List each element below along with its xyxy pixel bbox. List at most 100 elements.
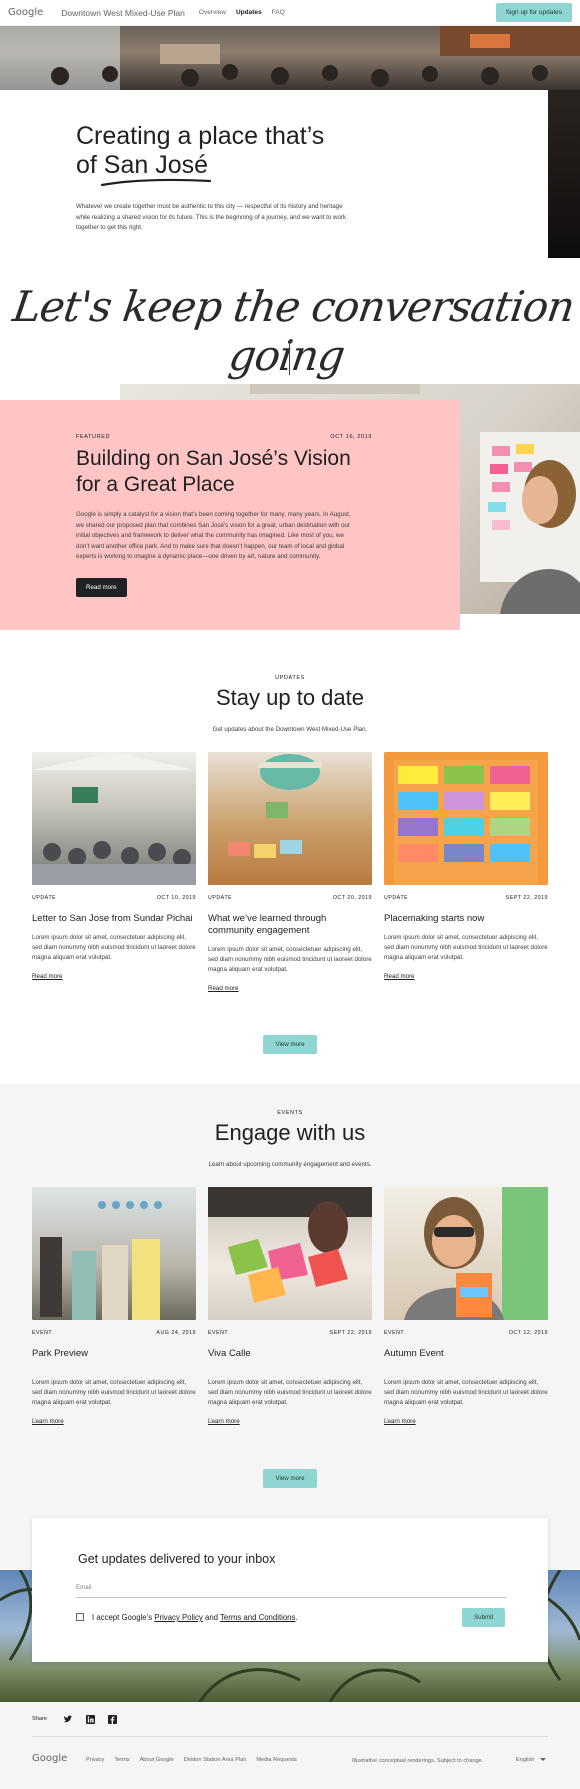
main-nav: Overview Updates FAQ [199, 9, 285, 16]
footer-link-media[interactable]: Media Requests [256, 1757, 296, 1763]
newsletter-title: Get updates delivered to your inbox [78, 1552, 276, 1566]
update-card-image[interactable] [208, 752, 372, 885]
event-date: AUG 24, 2019 [156, 1330, 196, 1336]
event-body: Lorem ipsum dolor sit amet, consectetuer… [384, 1379, 548, 1406]
update-card[interactable]: UPDATE OCT 20, 2019 What we’ve learned th… [208, 752, 372, 995]
event-card[interactable]: EVENT SEPT 22, 2019 Viva Calle Lorem ipsu… [208, 1187, 372, 1428]
featured-card: FEATURED OCT 16, 2019 Building on San Jo… [0, 400, 460, 630]
table-workshop-illustration [228, 754, 322, 858]
update-date: OCT 10, 2019 [156, 895, 196, 901]
consent-text: I accept Google’s Privacy Policy and Ter… [92, 1613, 298, 1622]
viva-calle-illustration [208, 1187, 372, 1303]
events-title: Engage with us [214, 1120, 366, 1145]
event-card-image[interactable] [32, 1187, 196, 1320]
update-date: SEPT 22, 2019 [505, 895, 548, 901]
script-heading: Let's keep the conversation going [9, 282, 578, 380]
event-title[interactable]: Viva Calle [208, 1348, 372, 1360]
event-title[interactable]: Autumn Event [384, 1348, 548, 1360]
update-tag: UPDATE [384, 895, 409, 901]
nav-faq[interactable]: FAQ [272, 9, 285, 16]
events-subtitle: Learn about upcoming community engagemen… [208, 1161, 372, 1168]
learn-more-link[interactable]: Learn more [384, 1418, 416, 1425]
event-card[interactable]: EVENT OCT 12, 2019 Autumn Event Lorem ips… [384, 1187, 548, 1428]
linkedin-icon[interactable] [86, 1715, 95, 1724]
hero-side-photo [548, 90, 580, 258]
learn-more-link[interactable]: Learn more [208, 1418, 240, 1425]
tent-audience-illustration [32, 752, 196, 885]
updates-view-more-button[interactable]: View more [263, 1035, 317, 1054]
footer-link-about[interactable]: About Google [140, 1757, 174, 1763]
event-body: Lorem ipsum dolor sit amet, consectetuer… [208, 1379, 372, 1406]
footer-links: Privacy Terms About Google Diridon Stati… [86, 1757, 297, 1763]
language-selector[interactable]: English [516, 1757, 547, 1763]
update-card-image[interactable] [32, 752, 196, 885]
footer: Share Google Privacy Terms About Google … [0, 1702, 580, 1789]
update-title[interactable]: Letter to San Jose from Sundar Pichai [32, 913, 196, 925]
privacy-policy-link[interactable]: Privacy Policy [154, 1613, 203, 1622]
hero-card: Creating a place that’s of San José What… [0, 90, 548, 258]
updates-title: Stay up to date [216, 685, 364, 710]
nav-updates[interactable]: Updates [236, 9, 262, 16]
read-more-link[interactable]: Read more [208, 985, 239, 992]
update-date: OCT 20, 2019 [332, 895, 372, 901]
event-date: SEPT 22, 2019 [329, 1330, 372, 1336]
footer-note: Illustrative conceptual renderings. Subj… [352, 1758, 484, 1764]
footer-link-privacy[interactable]: Privacy [86, 1757, 104, 1763]
update-title[interactable]: What we’ve learned through community eng… [208, 913, 372, 937]
email-field[interactable]: Email [76, 1584, 506, 1598]
update-card-image[interactable] [384, 752, 548, 885]
placemaking-board-illustration [394, 760, 538, 885]
underline-stroke [100, 178, 212, 187]
newsletter-card: Get updates delivered to your inbox Emai… [32, 1518, 548, 1662]
park-preview-illustration [40, 1201, 162, 1320]
footer-divider [32, 1736, 548, 1737]
event-card[interactable]: EVENT AUG 24, 2019 Park Preview Lorem ips… [32, 1187, 196, 1428]
chevron-down-icon [540, 1758, 547, 1761]
update-card[interactable]: UPDATE OCT 10, 2019 Letter to San Jose fr… [32, 752, 196, 983]
updates-subtitle: Get updates about the Downtown West Mixe… [212, 726, 368, 733]
featured-body: Google is simply a catalyst for a vision… [76, 511, 351, 560]
twitter-icon[interactable] [63, 1715, 73, 1724]
footer-google-logo[interactable]: Google [32, 1753, 67, 1764]
event-card-image[interactable] [208, 1187, 372, 1320]
hero-crowd-photo [0, 26, 580, 90]
top-bar: Google Downtown West Mixed-Use Plan Over… [0, 0, 580, 26]
share-label: Share [32, 1716, 47, 1722]
featured-date: OCT 16, 2019 [330, 434, 372, 440]
hero-title-highlight: San José [103, 151, 209, 179]
featured-read-more-button[interactable]: Read more [76, 578, 127, 597]
consent-checkbox[interactable] [76, 1613, 84, 1621]
event-tag: EVENT [384, 1330, 405, 1336]
update-tag: UPDATE [208, 895, 233, 901]
update-body: Lorem ipsum dolor sit amet, consectetuer… [384, 934, 548, 961]
crowd-illustration [0, 26, 580, 90]
nav-overview[interactable]: Overview [199, 9, 226, 16]
terms-link[interactable]: Terms and Conditions [220, 1613, 295, 1622]
update-body: Lorem ipsum dolor sit amet, consectetuer… [208, 946, 372, 973]
site-title[interactable]: Downtown West Mixed-Use Plan [61, 8, 185, 18]
updates-eyebrow: UPDATES [275, 675, 305, 681]
update-body: Lorem ipsum dolor sit amet, consectetuer… [32, 934, 196, 961]
update-tag: UPDATE [32, 895, 57, 901]
event-card-image[interactable] [384, 1187, 548, 1320]
events-eyebrow: EVENTS [277, 1110, 303, 1116]
google-logo[interactable]: Google [8, 7, 43, 18]
footer-link-diridon[interactable]: Diridon Station Area Plan [184, 1757, 247, 1763]
facebook-icon[interactable] [108, 1715, 117, 1724]
event-title[interactable]: Park Preview [32, 1348, 196, 1360]
hero-title: Creating a place that’s of San José [76, 122, 325, 179]
events-view-more-button[interactable]: View more [263, 1469, 317, 1488]
autumn-event-illustration [404, 1187, 548, 1320]
learn-more-link[interactable]: Learn more [32, 1418, 64, 1425]
read-more-link[interactable]: Read more [384, 973, 415, 980]
featured-eyebrow: FEATURED [76, 434, 111, 440]
submit-button[interactable]: Submit [462, 1608, 506, 1627]
event-tag: EVENT [208, 1330, 229, 1336]
event-date: OCT 12, 2019 [508, 1330, 548, 1336]
update-card[interactable]: UPDATE SEPT 22, 2019 Placemaking starts n… [384, 752, 548, 983]
footer-link-terms[interactable]: Terms [114, 1757, 129, 1763]
event-tag: EVENT [32, 1330, 53, 1336]
read-more-link[interactable]: Read more [32, 973, 63, 980]
sign-up-button[interactable]: Sign up for updates [495, 3, 572, 22]
update-title[interactable]: Placemaking starts now [384, 913, 548, 925]
